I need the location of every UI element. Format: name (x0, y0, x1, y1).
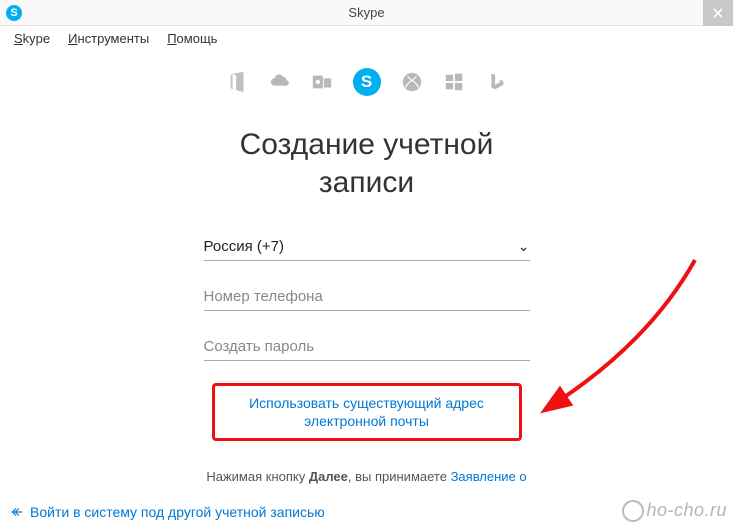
switch-account-label: Войти в систему под другой учетной запис… (30, 504, 325, 520)
country-value: Россия (+7) (204, 238, 518, 255)
close-button[interactable] (703, 0, 733, 26)
use-email-link[interactable]: Использовать существующий адрес электрон… (225, 394, 509, 430)
switch-account-link[interactable]: Войти в систему под другой учетной запис… (10, 504, 325, 520)
password-input[interactable] (204, 338, 530, 355)
terms-prefix: Нажимая кнопку (206, 469, 308, 484)
watermark-icon (622, 500, 644, 522)
bing-icon (485, 71, 507, 93)
content: S Создание учетной записи Россия (+7) ⌄ … (0, 50, 733, 484)
office-icon (227, 71, 249, 93)
use-email-line2: электронной почты (225, 412, 509, 430)
watermark: ho-cho.ru (622, 500, 727, 522)
phone-input[interactable] (204, 288, 530, 305)
password-field-row (204, 333, 530, 361)
use-email-box: Использовать существующий адрес электрон… (212, 383, 522, 441)
menu-help[interactable]: Помощь (161, 29, 223, 48)
menu-tools[interactable]: Инструменты (62, 29, 155, 48)
skype-service-icon: S (353, 68, 381, 96)
terms-next: Далее (309, 469, 348, 484)
terms-text: Нажимая кнопку Далее, вы принимаете Заяв… (0, 469, 733, 484)
heading-line1: Создание учетной (0, 126, 733, 164)
heading-line2: записи (0, 164, 733, 202)
menubar: Skype Инструменты Помощь (0, 26, 733, 50)
service-icons-row: S (0, 68, 733, 96)
arrow-left-icon (10, 505, 24, 519)
terms-link[interactable]: Заявление о (451, 469, 527, 484)
page-title: Создание учетной записи (0, 126, 733, 201)
chevron-down-icon: ⌄ (518, 238, 530, 255)
onedrive-icon (269, 71, 291, 93)
outlook-icon (311, 71, 333, 93)
window-title: Skype (348, 5, 384, 20)
terms-middle: , вы принимаете (348, 469, 451, 484)
skype-icon: S (6, 5, 22, 21)
country-select[interactable]: Россия (+7) ⌄ (204, 233, 530, 261)
windows-icon (443, 71, 465, 93)
phone-field-row (204, 283, 530, 311)
close-icon (713, 8, 723, 18)
titlebar: S Skype (0, 0, 733, 26)
signup-form: Россия (+7) ⌄ Использовать существующий … (204, 233, 530, 441)
use-email-line1: Использовать существующий адрес (225, 394, 509, 412)
xbox-icon (401, 71, 423, 93)
watermark-text: ho-cho.ru (646, 500, 727, 520)
menu-skype[interactable]: Skype (8, 29, 56, 48)
